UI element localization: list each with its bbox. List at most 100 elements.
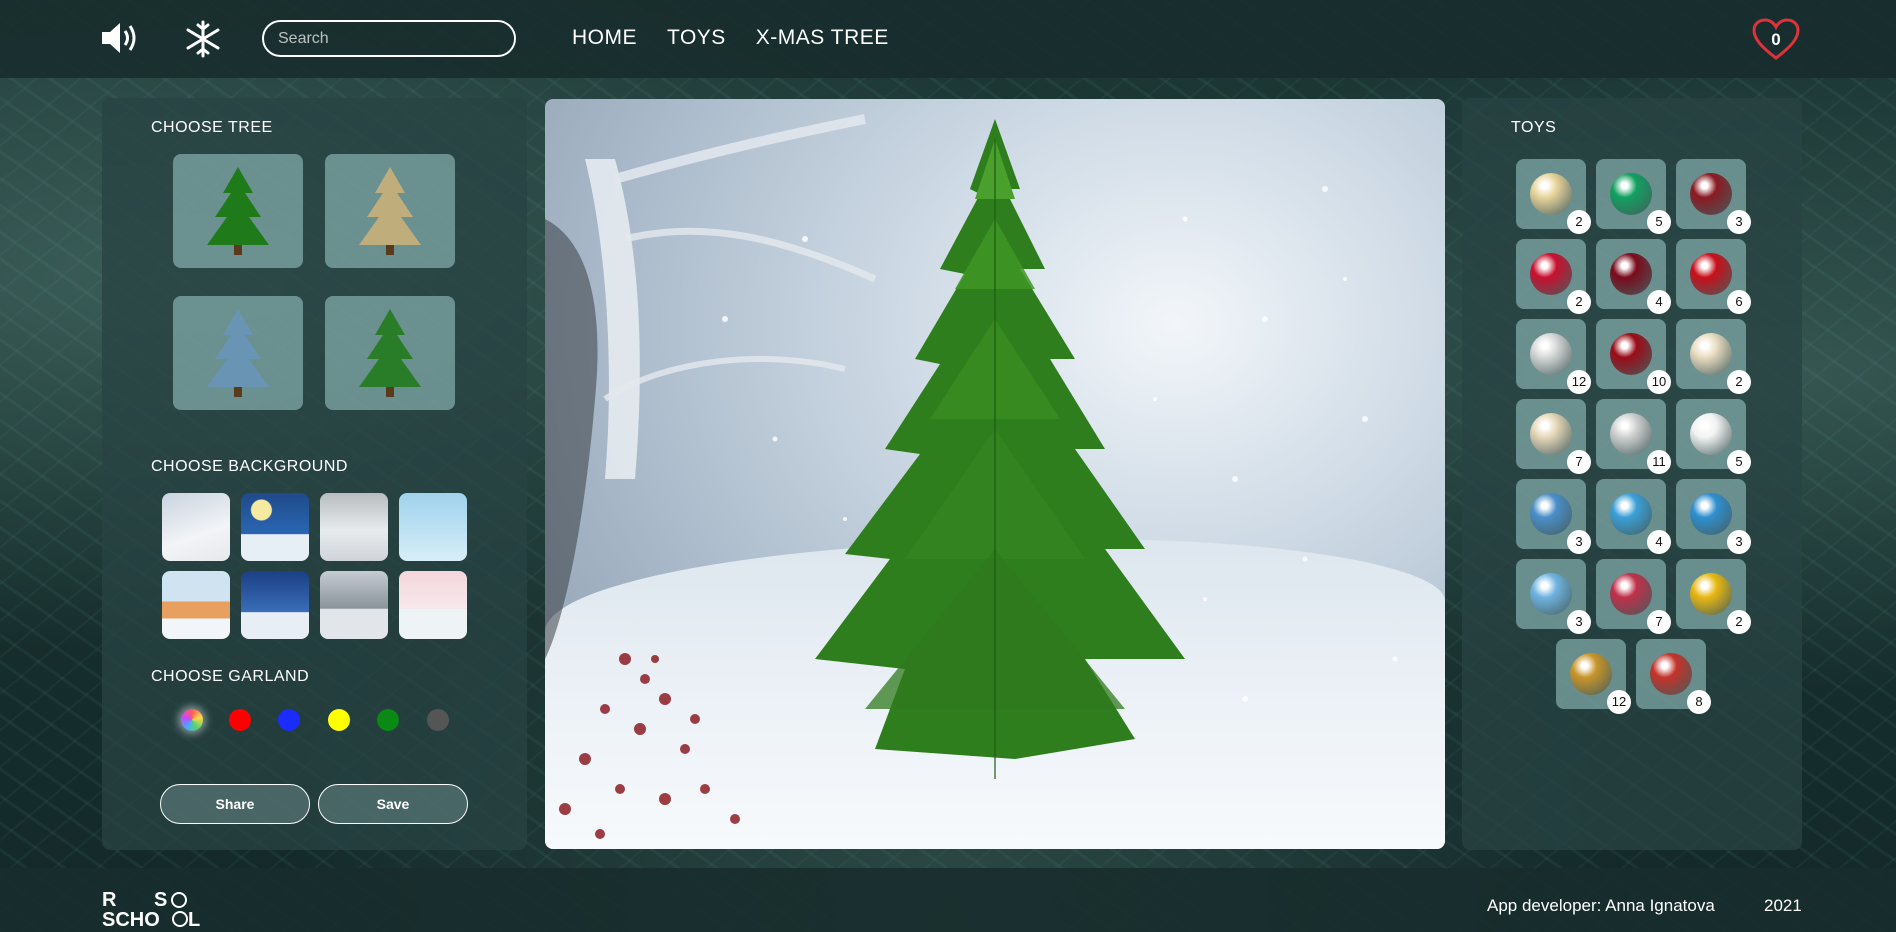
toys-title: TOYS [1511, 119, 1557, 136]
background-option-8[interactable] [399, 571, 467, 639]
toy-item[interactable]: 4 [1596, 239, 1671, 314]
toy-item[interactable]: 12 [1556, 639, 1631, 714]
toy-item[interactable]: 3 [1516, 479, 1591, 554]
toy-count-badge: 3 [1567, 530, 1591, 554]
toy-count-badge: 6 [1727, 290, 1751, 314]
toy-item[interactable]: 2 [1516, 159, 1591, 234]
toy-item[interactable]: 4 [1596, 479, 1671, 554]
garland-red[interactable] [229, 709, 251, 731]
toy-item[interactable]: 3 [1676, 479, 1751, 554]
toy-count-badge: 7 [1647, 610, 1671, 634]
ornament-icon [1610, 253, 1652, 295]
toy-count-badge: 5 [1727, 450, 1751, 474]
search-input[interactable] [262, 20, 516, 57]
ornament-icon [1690, 333, 1732, 375]
ornament-icon [1610, 173, 1652, 215]
ornament-icon [1610, 413, 1652, 455]
toy-count-badge: 5 [1647, 210, 1671, 234]
toy-count-badge: 2 [1727, 610, 1751, 634]
ornament-icon [1690, 253, 1732, 295]
background-option-3[interactable] [320, 493, 388, 561]
background-option-2[interactable] [241, 493, 309, 561]
toy-item[interactable]: 3 [1516, 559, 1591, 634]
toy-item[interactable]: 5 [1676, 399, 1751, 474]
toy-item[interactable]: 5 [1596, 159, 1671, 234]
scene-illustration [545, 114, 1398, 839]
main-nav: HOME TOYS X-MAS TREE [572, 26, 889, 50]
toy-count-badge: 3 [1727, 530, 1751, 554]
toy-count-badge: 2 [1727, 370, 1751, 394]
garland-green[interactable] [377, 709, 399, 731]
nav-home[interactable]: HOME [572, 26, 637, 50]
tree-option-3[interactable] [173, 296, 303, 410]
choose-background-title: CHOOSE BACKGROUND [151, 458, 348, 475]
svg-text:L: L [188, 909, 200, 928]
svg-text:SCHO: SCHO [102, 909, 160, 928]
ornament-icon [1530, 413, 1572, 455]
tree-icon [359, 167, 421, 255]
toy-item[interactable]: 2 [1676, 559, 1751, 634]
ornament-icon [1570, 653, 1612, 695]
share-button[interactable]: Share [160, 784, 310, 824]
ornament-icon [1650, 653, 1692, 695]
background-option-5[interactable] [162, 571, 230, 639]
ornament-icon [1690, 573, 1732, 615]
favorites-count: 0 [1771, 30, 1781, 49]
ornament-icon [1530, 333, 1572, 375]
tree-icon [207, 309, 269, 397]
ornament-icon [1690, 173, 1732, 215]
tree-option-1[interactable] [173, 154, 303, 268]
toy-count-badge: 2 [1567, 210, 1591, 234]
tree-option-4[interactable] [325, 296, 455, 410]
nav-toys[interactable]: TOYS [667, 26, 726, 50]
toy-item[interactable]: 6 [1676, 239, 1751, 314]
footer-year: 2021 [1764, 896, 1802, 915]
background-option-6[interactable] [241, 571, 309, 639]
developer-credit[interactable]: App developer: Anna Ignatova [1487, 896, 1715, 916]
background-option-7[interactable] [320, 571, 388, 639]
toy-count-badge: 4 [1647, 290, 1671, 314]
choose-garland-title: CHOOSE GARLAND [151, 668, 310, 685]
ornament-icon [1530, 573, 1572, 615]
tree-option-2[interactable] [325, 154, 455, 268]
tree-icon [359, 309, 421, 397]
toy-item[interactable]: 11 [1596, 399, 1671, 474]
svg-text:R: R [102, 889, 117, 911]
ornament-icon [1610, 493, 1652, 535]
rs-school-logo[interactable]: R S SCHO L [102, 888, 202, 928]
toy-item[interactable]: 8 [1636, 639, 1711, 714]
ornament-icon [1690, 493, 1732, 535]
garland-blue[interactable] [278, 709, 300, 731]
garland-off[interactable] [427, 709, 449, 731]
toy-count-badge: 4 [1647, 530, 1671, 554]
ornament-icon [1530, 173, 1572, 215]
toy-item[interactable]: 2 [1516, 239, 1591, 314]
toy-item[interactable]: 2 [1676, 319, 1751, 394]
toy-item[interactable]: 7 [1516, 399, 1591, 474]
svg-text:S: S [154, 889, 167, 911]
toy-item[interactable]: 10 [1596, 319, 1671, 394]
toy-count-badge: 10 [1647, 370, 1671, 394]
nav-xmas-tree[interactable]: X-MAS TREE [756, 26, 889, 50]
ornament-icon [1530, 493, 1572, 535]
save-button[interactable]: Save [318, 784, 468, 824]
toy-count-badge: 12 [1607, 690, 1631, 714]
garland-yellow[interactable] [328, 709, 350, 731]
tree-canvas[interactable] [545, 99, 1445, 849]
toy-item[interactable]: 3 [1676, 159, 1751, 234]
ornament-icon [1690, 413, 1732, 455]
snowflake-icon[interactable] [184, 20, 222, 58]
toy-count-badge: 3 [1727, 210, 1751, 234]
background-option-4[interactable] [399, 493, 467, 561]
toy-item[interactable]: 12 [1516, 319, 1591, 394]
garland-multicolor[interactable] [181, 709, 203, 731]
toy-count-badge: 3 [1567, 610, 1591, 634]
toy-count-badge: 12 [1567, 370, 1591, 394]
speaker-icon[interactable] [100, 20, 142, 56]
toy-item[interactable]: 7 [1596, 559, 1671, 634]
background-option-1[interactable] [162, 493, 230, 561]
ornament-icon [1610, 333, 1652, 375]
toy-count-badge: 8 [1687, 690, 1711, 714]
toy-count-badge: 11 [1647, 450, 1671, 474]
main-tree [815, 119, 1185, 759]
